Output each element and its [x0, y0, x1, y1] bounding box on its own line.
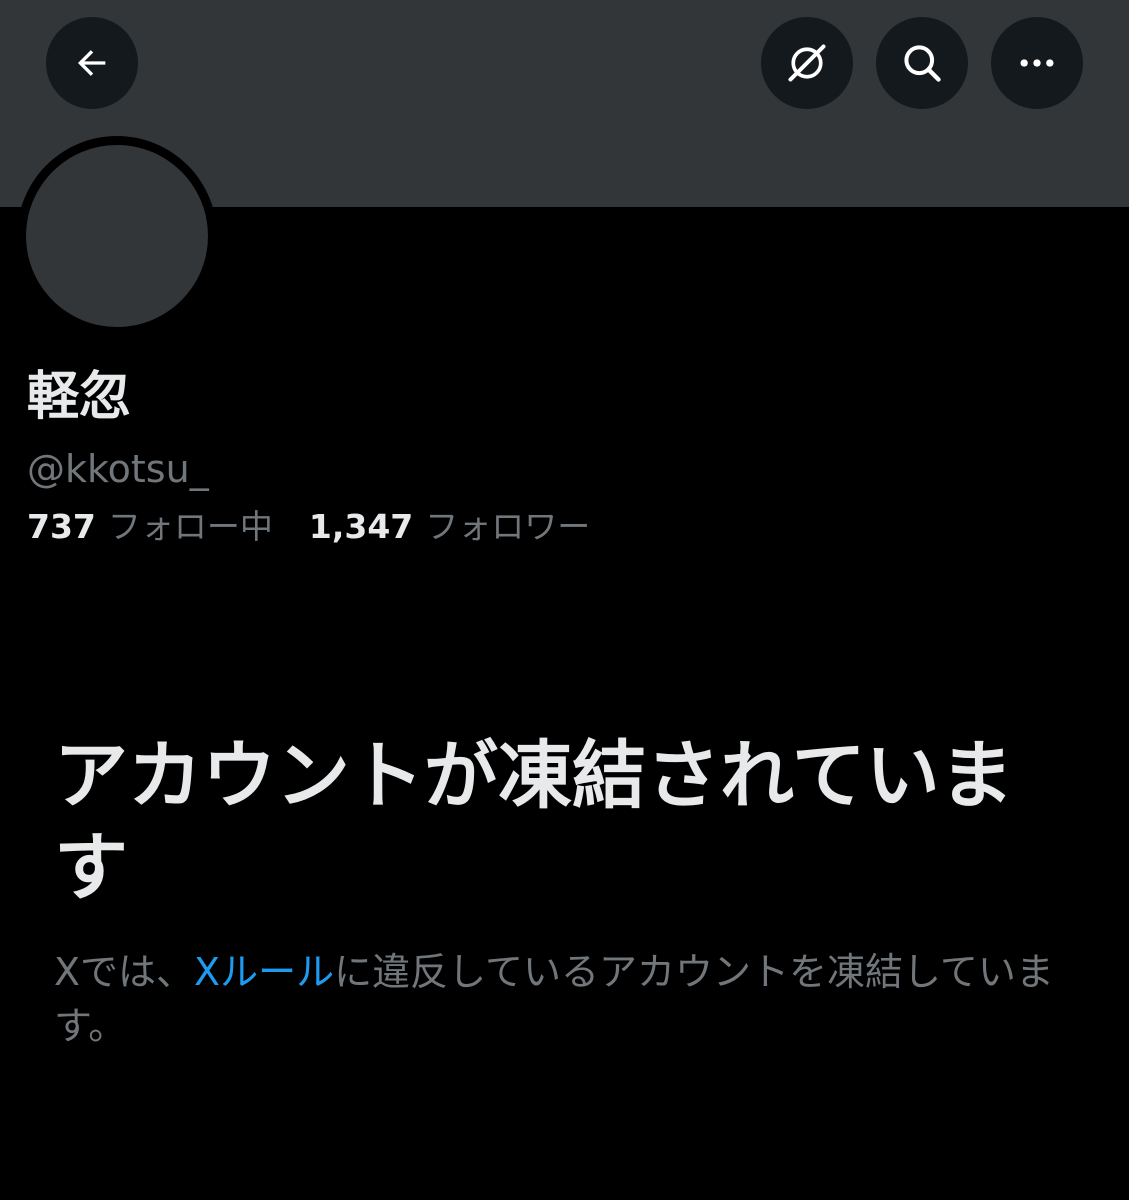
grok-icon — [788, 44, 826, 82]
suspended-description: Xでは、Xルールに違反しているアカウントを凍結しています。 — [54, 945, 1074, 1053]
search-button[interactable] — [876, 17, 968, 109]
followers-stat[interactable]: 1,347 フォロワー — [309, 505, 590, 549]
followers-label: フォロワー — [425, 507, 591, 546]
x-rules-link[interactable]: Xルール — [194, 950, 334, 994]
display-name: 軽忽 — [27, 367, 132, 427]
desc-before: Xでは、 — [54, 950, 195, 994]
followers-count: 1,347 — [308, 507, 414, 546]
arrow-left-icon — [77, 50, 106, 76]
more-options-button[interactable] — [991, 17, 1083, 109]
suspended-title: アカウントが凍結されています — [54, 733, 1014, 911]
following-count: 737 — [27, 507, 96, 546]
follow-stats: 737 フォロー中 1,347 フォロワー — [27, 505, 590, 549]
search-icon — [904, 45, 941, 82]
grok-button[interactable] — [761, 17, 853, 109]
following-label: フォロー中 — [107, 507, 273, 546]
back-button[interactable] — [46, 17, 138, 109]
user-handle: @kkotsu_ — [27, 447, 209, 491]
following-stat[interactable]: 737 フォロー中 — [27, 505, 273, 549]
more-horizontal-icon — [1020, 59, 1054, 67]
avatar[interactable] — [26, 145, 208, 327]
